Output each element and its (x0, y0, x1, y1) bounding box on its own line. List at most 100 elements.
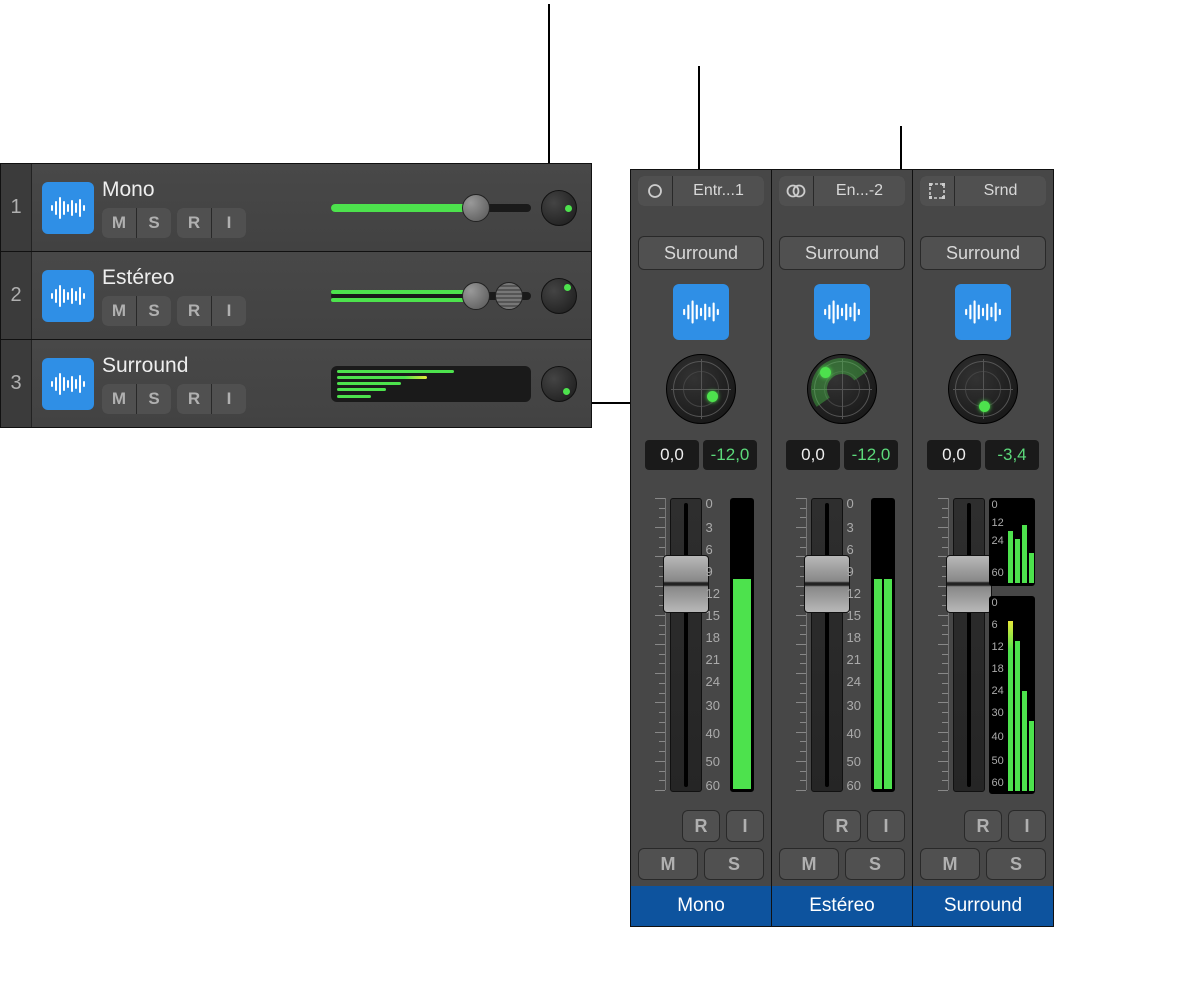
scale-numbers: 0 3 6 9 12 15 18 21 24 30 40 50 60 (706, 498, 726, 790)
fader-scale-left (932, 498, 949, 790)
pan-value[interactable]: 0,0 (786, 440, 840, 470)
channel-name[interactable]: Surround (913, 886, 1053, 926)
audio-wave-icon (42, 182, 94, 234)
mute-solo-group: M S (102, 384, 171, 414)
output-selector[interactable]: Surround (779, 236, 905, 270)
input-monitor-button[interactable]: I (726, 810, 764, 842)
mute-solo-group: M S (102, 208, 171, 238)
input-label: En...-2 (814, 176, 905, 206)
channel-strip-mono: Entr...1 Surround 0,0 -12,0 0 3 6 9 (631, 170, 772, 926)
solo-button[interactable]: S (845, 848, 905, 880)
mono-format-icon[interactable] (638, 176, 673, 206)
output-selector[interactable]: Surround (638, 236, 764, 270)
mixer-panel: Entr...1 Surround 0,0 -12,0 0 3 6 9 (630, 169, 1054, 927)
input-label: Srnd (955, 176, 1046, 206)
fader-area: 0 3 6 9 12 15 18 21 24 30 40 50 60 (649, 498, 754, 798)
mute-button[interactable]: M (638, 848, 698, 880)
mute-button[interactable]: M (102, 384, 137, 414)
readout-row: 0,0 -12,0 (645, 440, 757, 470)
record-input-row: R I (779, 810, 905, 842)
pan-value[interactable]: 0,0 (645, 440, 699, 470)
level-meter (871, 498, 895, 792)
surround-level-meter: 0 12 24 60 0 6 12 18 24 30 40 (989, 498, 1035, 794)
mute-solo-group: M S (102, 296, 171, 326)
record-button[interactable]: R (177, 296, 212, 326)
track-body: Surround M S R I (102, 354, 325, 414)
input-selector[interactable]: En...-2 (779, 176, 905, 206)
input-monitor-button[interactable]: I (212, 384, 246, 414)
mute-button[interactable]: M (102, 208, 137, 238)
track-body: Estéreo M S R I (102, 266, 325, 326)
pan-knob[interactable] (541, 190, 577, 226)
track-number: 2 (1, 252, 32, 339)
surround-panner[interactable] (807, 354, 877, 424)
record-button[interactable]: R (177, 208, 212, 238)
mute-button[interactable]: M (920, 848, 980, 880)
stereo-format-icon[interactable] (779, 176, 814, 206)
mute-button[interactable]: M (102, 296, 137, 326)
record-input-row: R I (920, 810, 1046, 842)
track-name: Estéreo (102, 266, 325, 290)
db-value[interactable]: -12,0 (703, 440, 757, 470)
solo-button[interactable]: S (137, 384, 171, 414)
surround-mini-meter[interactable] (331, 366, 531, 402)
audio-wave-icon (673, 284, 729, 340)
output-selector[interactable]: Surround (920, 236, 1046, 270)
solo-button[interactable]: S (137, 296, 171, 326)
audio-wave-icon (42, 358, 94, 410)
input-label: Entr...1 (673, 176, 764, 206)
record-button[interactable]: R (964, 810, 1002, 842)
track-row[interactable]: 1 Mono M S R I (1, 164, 591, 252)
input-monitor-button[interactable]: I (212, 208, 246, 238)
input-monitor-button[interactable]: I (867, 810, 905, 842)
audio-wave-icon (955, 284, 1011, 340)
channel-strip-surround: Srnd Surround 0,0 -3,4 0 12 24 (913, 170, 1053, 926)
db-value[interactable]: -12,0 (844, 440, 898, 470)
db-value[interactable]: -3,4 (985, 440, 1039, 470)
input-selector[interactable]: Entr...1 (638, 176, 764, 206)
record-input-group: R I (177, 384, 246, 414)
volume-fader[interactable] (811, 498, 843, 792)
scale-numbers: 0 3 6 9 12 15 18 21 24 30 40 50 60 (847, 498, 867, 790)
fader-area: 0 3 6 9 12 15 18 21 24 30 40 50 60 (790, 498, 895, 798)
surround-panner[interactable] (666, 354, 736, 424)
pan-knob[interactable] (541, 278, 577, 314)
readout-row: 0,0 -3,4 (927, 440, 1039, 470)
track-name: Surround (102, 354, 325, 378)
mute-solo-row: M S (920, 848, 1046, 880)
fader-area: 0 12 24 60 0 6 12 18 24 30 40 (932, 498, 1035, 798)
input-selector[interactable]: Srnd (920, 176, 1046, 206)
tracks-panel: 1 Mono M S R I (0, 163, 592, 428)
track-number: 3 (1, 340, 32, 427)
volume-fader[interactable] (953, 498, 985, 792)
readout-row: 0,0 -12,0 (786, 440, 898, 470)
record-input-group: R I (177, 296, 246, 326)
volume-fader[interactable] (670, 498, 702, 792)
fader-scale-left (790, 498, 807, 790)
solo-button[interactable]: S (986, 848, 1046, 880)
fader-scale-left (649, 498, 666, 790)
record-button[interactable]: R (823, 810, 861, 842)
surround-panner-knob[interactable] (541, 366, 577, 402)
volume-slider[interactable] (331, 195, 531, 221)
channel-name[interactable]: Estéreo (772, 886, 912, 926)
surround-format-icon[interactable] (920, 176, 955, 206)
mute-solo-row: M S (638, 848, 764, 880)
input-monitor-button[interactable]: I (212, 296, 246, 326)
surround-panner[interactable] (948, 354, 1018, 424)
audio-wave-icon (814, 284, 870, 340)
track-name: Mono (102, 178, 325, 202)
record-button[interactable]: R (682, 810, 720, 842)
record-button[interactable]: R (177, 384, 212, 414)
solo-button[interactable]: S (137, 208, 171, 238)
channel-name[interactable]: Mono (631, 886, 771, 926)
channel-strip-stereo: En...-2 Surround 0,0 -12,0 0 3 6 (772, 170, 913, 926)
record-input-row: R I (638, 810, 764, 842)
record-input-group: R I (177, 208, 246, 238)
pan-value[interactable]: 0,0 (927, 440, 981, 470)
level-meter (730, 498, 754, 792)
solo-button[interactable]: S (704, 848, 764, 880)
input-monitor-button[interactable]: I (1008, 810, 1046, 842)
track-row[interactable]: 3 Surround M S R I (1, 340, 591, 427)
mute-button[interactable]: M (779, 848, 839, 880)
